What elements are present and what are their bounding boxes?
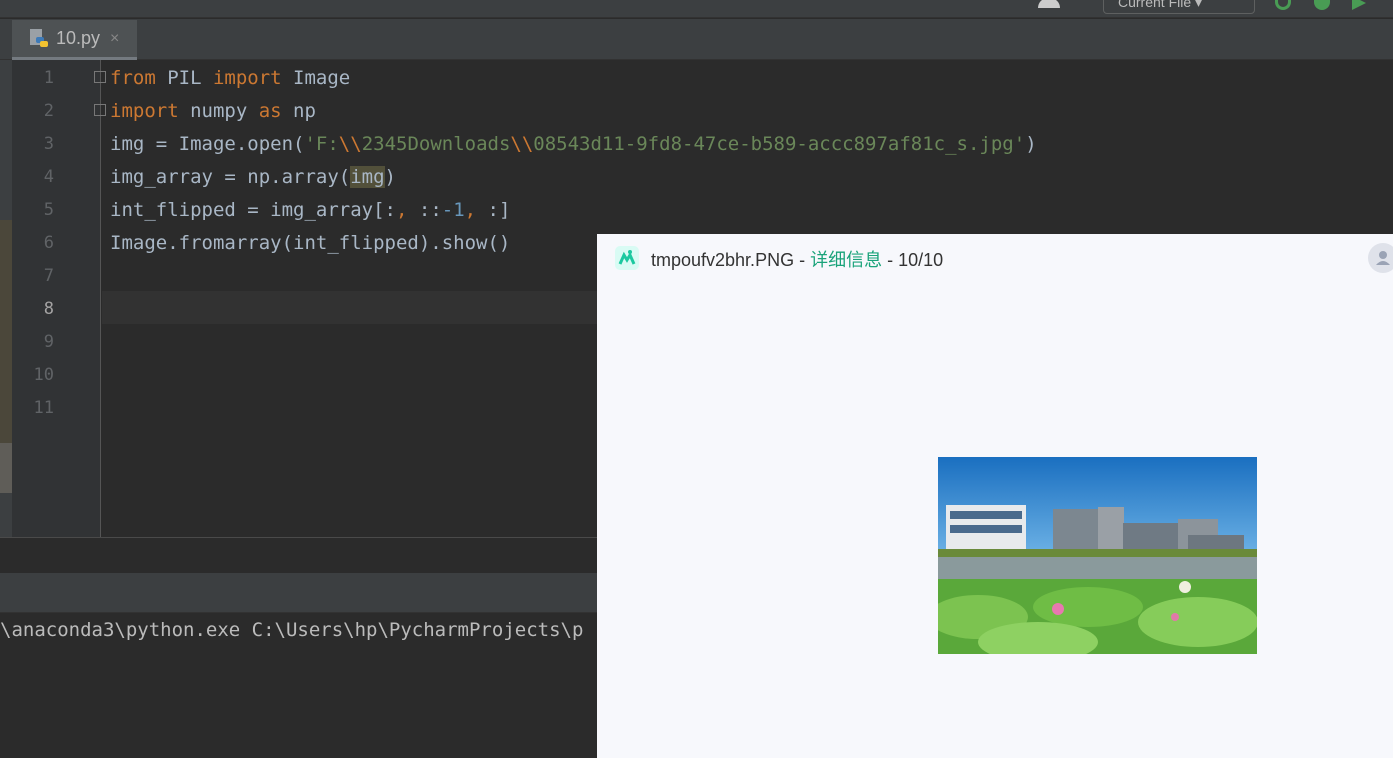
displayed-photo	[938, 457, 1257, 654]
line-number: 3	[43, 134, 54, 154]
line-number: 7	[43, 266, 54, 286]
line-number: 2	[43, 101, 54, 121]
project-panel-edge	[0, 60, 12, 573]
tab-10-py[interactable]: 10.py ×	[12, 20, 137, 60]
tab-label: 10.py	[56, 28, 101, 48]
code-line-3: img = Image.open('F:\\2345Downloads\\085…	[110, 133, 1037, 155]
viewer-app-logo-icon	[615, 246, 639, 270]
debug-icon[interactable]	[1314, 0, 1330, 10]
run-config-dropdown[interactable]: Current File ▾	[1103, 0, 1255, 14]
python-file-icon	[30, 28, 48, 47]
separator: -	[794, 250, 811, 270]
separator: -	[882, 250, 899, 270]
line-number: 5	[43, 200, 54, 220]
close-tab-icon[interactable]: ×	[110, 30, 119, 48]
run-coverage-icon[interactable]	[1275, 0, 1291, 10]
line-number-current: 8	[43, 299, 54, 319]
run-icon[interactable]	[1352, 0, 1366, 10]
line-number: 6	[43, 233, 54, 253]
line-number: 1	[43, 68, 54, 88]
user-avatar-icon[interactable]	[1368, 243, 1393, 273]
line-number: 11	[33, 398, 54, 418]
run-config-label: Current File	[1118, 0, 1192, 10]
code-line-5: int_flipped = img_array[:, ::-1, :]	[110, 199, 511, 221]
line-number: 10	[33, 365, 54, 385]
line-number-gutter: 1 2 3 4 5 6 7 8 9 10 11	[12, 60, 106, 537]
console-output: \anaconda3\python.exe C:\Users\hp\Pychar…	[0, 619, 584, 641]
image-counter: 10/10	[898, 250, 944, 270]
line-number: 4	[43, 167, 54, 187]
user-icon[interactable]	[1038, 0, 1060, 8]
code-line-1: from PIL import Image	[110, 67, 351, 89]
code-line-2: import numpy as np	[110, 100, 316, 122]
details-link[interactable]: 详细信息	[810, 250, 882, 270]
viewer-title: tmpoufv2bhr.PNG - 详细信息 - 10/10	[651, 246, 943, 272]
ide-toolbar: Current File ▾	[0, 0, 1393, 18]
code-line-6: Image.fromarray(int_flipped).show()	[110, 232, 511, 254]
image-viewer-window: tmpoufv2bhr.PNG - 详细信息 - 10/10	[597, 234, 1393, 758]
file-name: tmpoufv2bhr.PNG	[651, 250, 795, 270]
editor-tab-bar: 10.py ×	[0, 19, 1393, 60]
code-line-4: img_array = np.array(img)	[110, 166, 396, 188]
line-number: 9	[43, 332, 54, 352]
